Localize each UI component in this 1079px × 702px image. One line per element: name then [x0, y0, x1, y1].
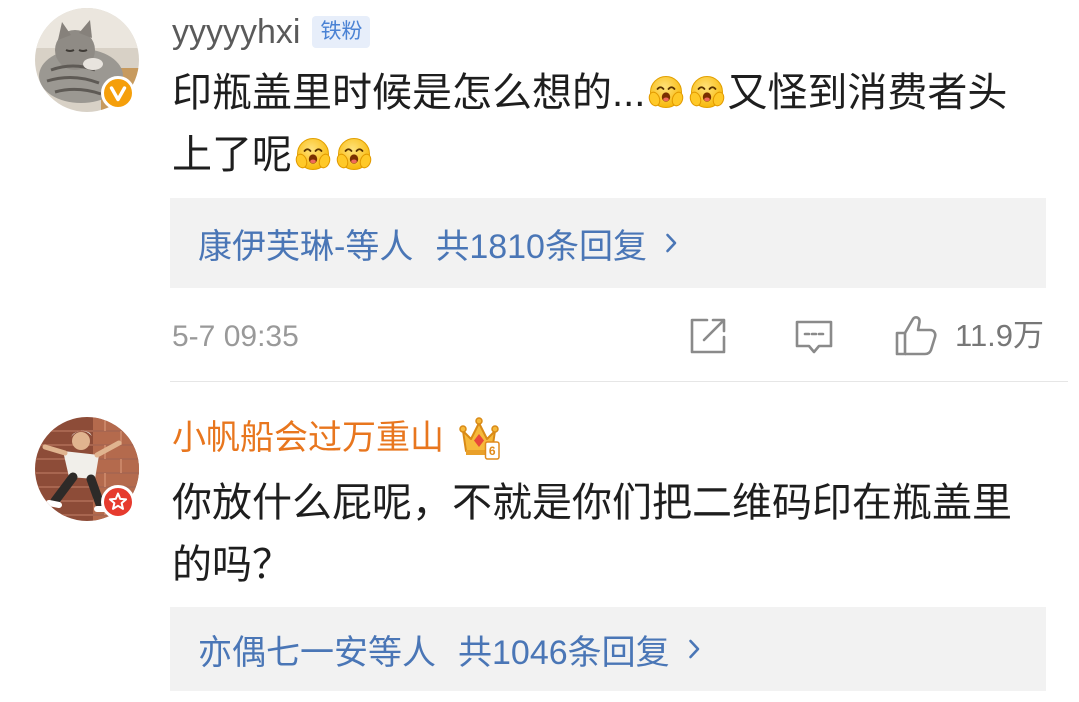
- share-icon[interactable]: [686, 316, 728, 356]
- hands-on-cheeks-emoji-icon: [687, 72, 727, 112]
- verified-v-icon: [101, 76, 135, 110]
- chevron-right-icon: [688, 639, 699, 659]
- comment-text: 印瓶盖里时候是怎么想的... 又怪到消费者头上了呢: [172, 62, 1038, 186]
- fan-badge: 铁粉: [312, 16, 371, 48]
- like-button[interactable]: 11.9万: [893, 313, 1044, 359]
- reply-count: 共1046条回复: [458, 633, 670, 672]
- replies-preview-link[interactable]: 康伊芙琳-等人 共1810条回复: [170, 198, 1046, 288]
- reply-names: 康伊芙琳-等人: [198, 227, 414, 266]
- comment-divider: [170, 381, 1068, 382]
- hands-on-cheeks-emoji-icon: [293, 134, 333, 174]
- reply-count: 共1810条回复: [435, 227, 647, 266]
- avatar[interactable]: [35, 417, 139, 521]
- comment-button[interactable]: [793, 317, 835, 357]
- chevron-right-icon: [666, 233, 677, 253]
- crown-level: 6: [489, 444, 496, 458]
- hands-on-cheeks-emoji-icon: [646, 72, 686, 112]
- comment-icon[interactable]: [793, 317, 835, 357]
- share-button[interactable]: [686, 316, 728, 356]
- avatar[interactable]: [35, 8, 139, 112]
- red-star-icon: [101, 485, 135, 519]
- replies-preview-link[interactable]: 亦偶七一安等人 共1046条回复: [170, 607, 1046, 691]
- crown-icon[interactable]: 6: [458, 415, 500, 461]
- thumbs-up-icon[interactable]: [893, 313, 939, 359]
- timestamp: 5-7 09:35: [172, 320, 299, 353]
- username[interactable]: yyyyyhxi: [172, 10, 300, 54]
- comment-text-part: 你放什么屁呢，不就是你们把二维码印在瓶盖里的吗？: [172, 481, 1012, 587]
- comment-text: 你放什么屁呢，不就是你们把二维码印在瓶盖里的吗？: [172, 472, 1038, 596]
- username[interactable]: 小帆船会过万重山: [172, 416, 444, 460]
- comment-header: yyyyyhxi 铁粉: [172, 10, 371, 54]
- hands-on-cheeks-emoji-icon: [334, 134, 374, 174]
- like-count: 11.9万: [955, 318, 1045, 353]
- comment-text-part: 印瓶盖里时候是怎么想的...: [172, 71, 646, 115]
- reply-names: 亦偶七一安等人: [198, 633, 436, 672]
- comment-header: 小帆船会过万重山 6: [172, 416, 500, 460]
